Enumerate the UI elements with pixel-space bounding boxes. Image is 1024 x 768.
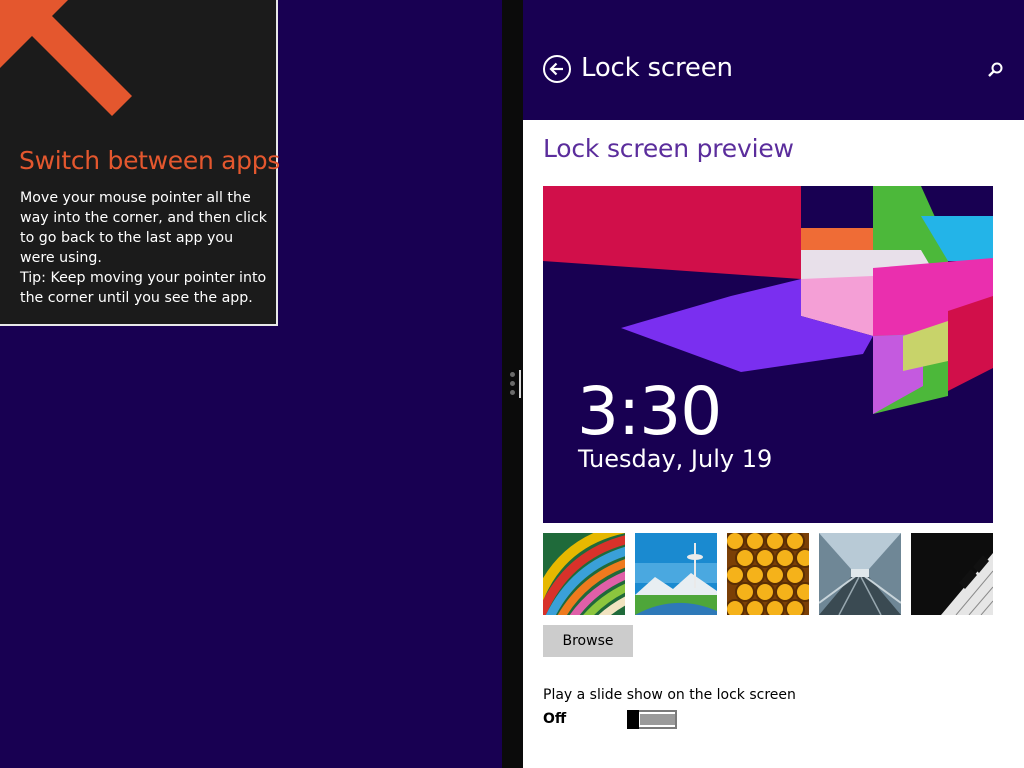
settings-header: Lock screen <box>523 0 1024 120</box>
page-title: Lock screen <box>581 53 733 83</box>
slideshow-toggle[interactable] <box>627 710 677 729</box>
lock-screen-settings-panel: Lock screen Lock screen preview 3:30 Tue… <box>523 0 1024 768</box>
app-divider <box>502 0 523 768</box>
thumbnail-image <box>635 533 717 615</box>
tip-body: Move your mouse pointer all the way into… <box>20 188 270 308</box>
splitter-bar <box>519 370 521 398</box>
tip-callout: Switch between apps Move your mouse poin… <box>0 0 281 326</box>
thumbnail-piano-keys[interactable] <box>911 533 993 615</box>
preview-clock: 3:30 <box>577 373 722 450</box>
thumbnail-train-station[interactable] <box>819 533 901 615</box>
slideshow-label: Play a slide show on the lock screen <box>543 687 796 703</box>
thumbnail-image <box>543 533 625 615</box>
preview-heading: Lock screen preview <box>543 134 794 163</box>
splitter-handle[interactable] <box>508 370 521 398</box>
tip-title: Switch between apps <box>19 146 281 175</box>
corner-arrow-icon <box>0 0 132 116</box>
search-icon <box>988 62 1003 77</box>
back-button[interactable] <box>543 55 571 83</box>
toggle-track <box>640 714 675 725</box>
search-button[interactable] <box>985 60 1005 80</box>
back-arrow-icon <box>549 62 563 76</box>
thumbnail-space-needle[interactable] <box>635 533 717 615</box>
left-app-area: Switch between apps Move your mouse poin… <box>0 0 502 768</box>
tip-hint: Tip: Keep moving your pointer into the c… <box>20 270 267 306</box>
thumbnail-image <box>727 533 809 615</box>
grip-dot <box>510 381 515 386</box>
thumbnail-image <box>819 533 901 615</box>
thumbnail-image <box>911 533 993 615</box>
preview-date: Tuesday, July 19 <box>578 445 773 473</box>
thumbnail-honeycomb[interactable] <box>727 533 809 615</box>
thumbnail-rainbow-ribbons[interactable] <box>543 533 625 615</box>
grip-dot <box>510 390 515 395</box>
lock-screen-preview: 3:30 Tuesday, July 19 <box>543 186 993 523</box>
grip-dot <box>510 372 515 377</box>
tip-instructions: Move your mouse pointer all the way into… <box>20 190 268 266</box>
browse-button[interactable]: Browse <box>543 625 633 657</box>
lock-screen-thumbnails <box>543 533 993 615</box>
toggle-knob <box>627 710 639 729</box>
slideshow-toggle-state: Off <box>543 711 567 727</box>
